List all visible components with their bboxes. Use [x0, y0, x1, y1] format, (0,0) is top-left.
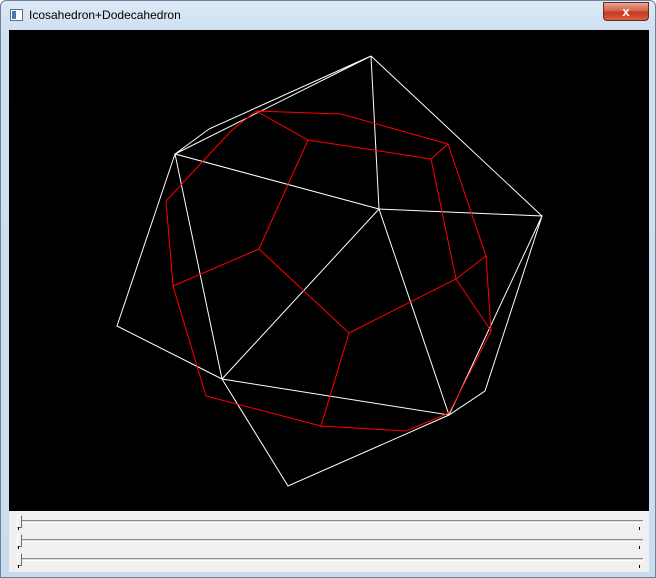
slider-1-groove: [17, 520, 643, 523]
slider-1[interactable]: [9, 513, 649, 531]
dodecahedron-wireframe: [165, 110, 492, 432]
window-title: Icosahedron+Dodecahedron: [29, 8, 181, 22]
render-canvas[interactable]: [9, 30, 649, 511]
title-bar[interactable]: Icosahedron+Dodecahedron x: [1, 1, 655, 29]
slider-panel: [9, 511, 649, 572]
app-window: Icosahedron+Dodecahedron x: [0, 0, 656, 578]
polyhedra-view: [116, 55, 543, 487]
slider-2-tick-start: [18, 546, 19, 549]
slider-3[interactable]: [9, 551, 649, 569]
close-button[interactable]: x: [603, 2, 649, 21]
slider-2-tick-end: [639, 546, 640, 549]
slider-3-tick-end: [639, 565, 640, 568]
slider-1-tick-end: [639, 527, 640, 530]
icosahedron-wireframe: [116, 55, 543, 487]
slider-3-tick-start: [18, 565, 19, 568]
slider-3-groove: [17, 558, 643, 561]
window-app-icon: [10, 9, 23, 21]
slider-2[interactable]: [9, 532, 649, 550]
slider-1-tick-start: [18, 527, 19, 530]
slider-2-groove: [17, 539, 643, 542]
